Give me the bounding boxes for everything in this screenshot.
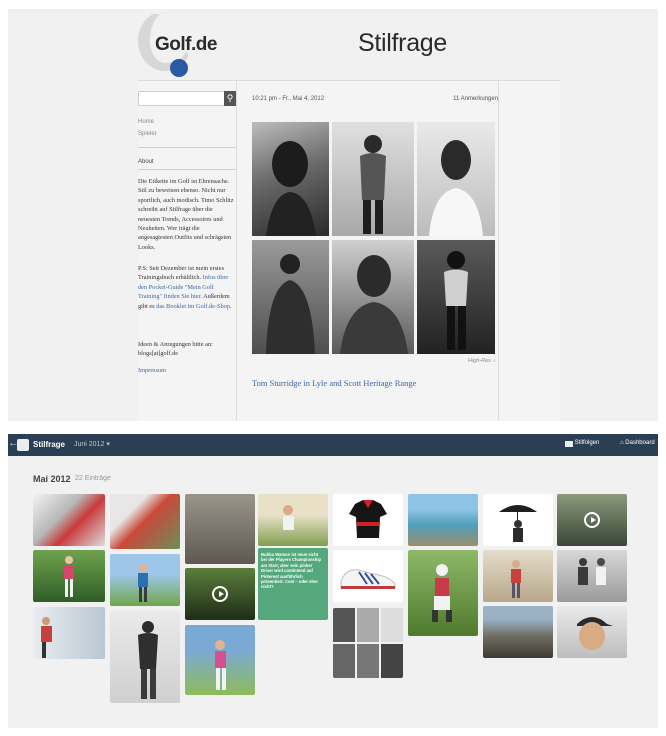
dashboard-label: Dashboard xyxy=(625,440,655,446)
blog-page: ⚲ Home Spieler About Die Etikette im Gol… xyxy=(138,80,560,421)
blog-screenshot: Golf.de Stilfrage ⚲ Home Spieler About D… xyxy=(8,9,658,421)
post-tile-golfer-3[interactable] xyxy=(483,550,553,602)
booklet-end: . xyxy=(230,302,232,310)
post-tile-collage[interactable] xyxy=(110,494,180,549)
contact-text: Ideen & Anregungen bitte an: blogs[at]go… xyxy=(138,341,213,358)
follow-label: Stilfolgen xyxy=(574,440,600,446)
play-icon[interactable] xyxy=(584,512,600,528)
polo-shirt-icon xyxy=(349,500,387,538)
home-icon: ⌂ xyxy=(620,440,624,446)
golfer-figure xyxy=(64,556,74,597)
blog-name[interactable]: Stilfrage xyxy=(33,440,65,449)
divider xyxy=(138,169,236,170)
chevron-down-icon: ▾ xyxy=(106,441,110,448)
text-post-tile[interactable]: Bubba Watson ist neue sicht bei der Play… xyxy=(258,548,328,620)
post-date[interactable]: 10:21 pm - Fr., Mai 4, 2012 xyxy=(252,96,324,102)
post-tile-resort[interactable] xyxy=(408,494,478,546)
golfer-figure xyxy=(283,505,294,530)
thumb xyxy=(333,608,355,642)
archive-topbar: ← Stilfrage Juni 2012 ▾ Stilfolgen ⌂ Das… xyxy=(8,434,658,456)
archive-screenshot: ← Stilfrage Juni 2012 ▾ Stilfolgen ⌂ Das… xyxy=(8,434,658,728)
post-tile-range[interactable] xyxy=(185,625,255,695)
photo-portrait-2[interactable] xyxy=(332,122,414,236)
golfer-figure xyxy=(41,617,52,658)
golfer-figure xyxy=(138,564,148,602)
post-tile-suit[interactable] xyxy=(110,611,180,703)
thumb xyxy=(357,608,379,642)
figure-silhouette xyxy=(444,251,468,350)
month-selector-label: Juni 2012 xyxy=(74,441,105,448)
month-heading: Mai 2012 xyxy=(33,474,71,484)
training-text: P.S: Seit Dezember ist mein erstes Train… xyxy=(138,264,234,311)
site-logo[interactable]: Golf.de xyxy=(155,34,217,56)
post-tile-video-2[interactable] xyxy=(557,494,627,546)
post-title-link[interactable]: Tom Sturridge in Lyle and Scott Heritage… xyxy=(252,378,416,388)
play-icon[interactable] xyxy=(212,586,228,602)
logo-dot xyxy=(170,59,188,77)
post-tile-video-1[interactable] xyxy=(185,568,255,620)
photo-portrait-6[interactable] xyxy=(417,240,495,354)
golfer-figure xyxy=(511,560,521,598)
booklet-link[interactable]: das Booklet im Golf.de-Shop xyxy=(156,303,230,310)
post-tile-umbrella[interactable] xyxy=(483,494,553,546)
post-tile-graffiti[interactable] xyxy=(185,494,255,564)
thumb xyxy=(381,644,403,678)
sneaker-icon xyxy=(340,569,396,589)
photo-portrait-4[interactable] xyxy=(252,240,329,354)
post-tile-golfer-2[interactable] xyxy=(33,607,105,659)
figure-silhouette xyxy=(266,141,316,236)
figure-silhouette xyxy=(577,617,613,650)
figure-silhouette xyxy=(429,140,483,236)
high-res-link[interactable]: High-Res ⌕ xyxy=(468,358,496,365)
figure-silhouette xyxy=(360,135,386,234)
blog-avatar xyxy=(17,439,29,451)
follow-button[interactable]: Stilfolgen xyxy=(568,440,600,446)
post-tile-sneaker[interactable] xyxy=(333,550,403,602)
impressum-link[interactable]: Impressum xyxy=(138,366,234,375)
about-label: About xyxy=(138,159,154,165)
post-notes[interactable]: 11 Anmerkungen xyxy=(453,96,498,102)
photo-portrait-5[interactable] xyxy=(332,240,414,354)
nav-spieler[interactable]: Spieler xyxy=(138,131,157,137)
umbrella-icon xyxy=(499,505,537,542)
post-tile-crouching-golfer[interactable] xyxy=(408,550,478,636)
post-tile-golfer[interactable] xyxy=(33,550,105,602)
golfer-figure xyxy=(215,640,226,690)
post-tile-cap-portrait[interactable] xyxy=(557,606,627,658)
post-tile-polo-shirt[interactable] xyxy=(333,494,403,546)
post-tile-swing-2[interactable] xyxy=(258,494,328,546)
photo-portrait-3[interactable] xyxy=(417,122,495,236)
thumb xyxy=(357,644,379,678)
divider xyxy=(138,147,236,148)
thumb xyxy=(333,644,355,678)
post-tile-swing[interactable] xyxy=(110,554,180,606)
about-text: Die Etikette im Golf ist Ehrensache. Sti… xyxy=(138,178,234,251)
entry-count: 22 Einträge xyxy=(75,475,111,482)
text-post-body: Bubba Watson ist neue sicht bei der Play… xyxy=(261,552,322,590)
figure-silhouette xyxy=(578,558,606,585)
post-tile-photo-grid[interactable] xyxy=(333,608,403,678)
column-divider xyxy=(236,81,237,421)
figure-silhouette xyxy=(138,621,158,699)
search-icon[interactable]: ⚲ xyxy=(224,91,236,106)
month-selector[interactable]: Juni 2012 ▾ xyxy=(74,440,110,448)
blog-title[interactable]: Stilfrage xyxy=(358,29,447,58)
figure-silhouette xyxy=(266,254,315,354)
golfer-figure xyxy=(432,564,452,622)
post-tile-street[interactable] xyxy=(483,606,553,658)
dashboard-button[interactable]: ⌂ Dashboard xyxy=(620,440,655,446)
high-res-label: High-Res xyxy=(468,358,491,364)
figure-silhouette xyxy=(340,255,408,354)
zoom-icon: ⌕ xyxy=(492,358,496,364)
photo-portrait-1[interactable] xyxy=(252,122,329,236)
search-input[interactable] xyxy=(138,91,234,106)
post-tile-shoes[interactable] xyxy=(33,494,105,546)
column-divider xyxy=(498,81,499,421)
nav-home[interactable]: Home xyxy=(138,119,154,125)
thumb xyxy=(381,608,403,642)
post-tile-couple[interactable] xyxy=(557,550,627,602)
